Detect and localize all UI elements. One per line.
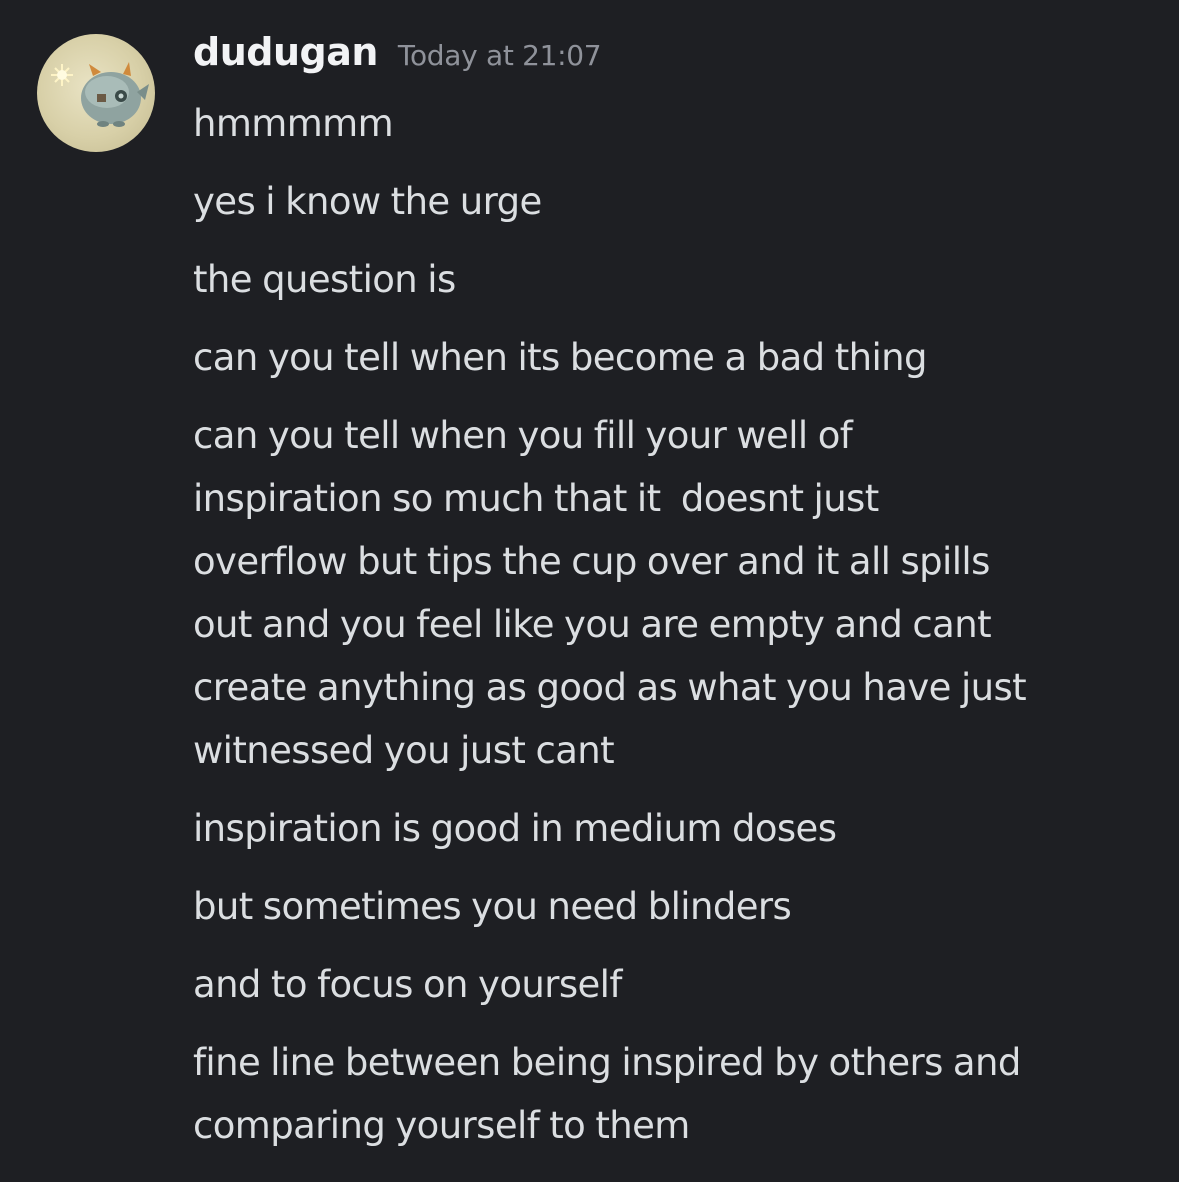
message-line: inspiration is good in medium doses [193, 807, 837, 850]
message-timestamp[interactable]: Today at 21:07 [398, 39, 602, 72]
message-line: can you tell when its become a bad thing [193, 336, 927, 379]
author-name[interactable]: dudugan [193, 30, 378, 74]
message-line: yes i know the urge [193, 180, 542, 223]
message-line: the question is [193, 258, 456, 301]
message-line: out and you feel like you are empty and … [193, 603, 992, 646]
message-line: can you tell when you fill your well of [193, 414, 853, 457]
message-line: overflow but tips the cup over and it al… [193, 540, 990, 583]
message-text[interactable]: can you tell when its become a bad thing [193, 326, 1153, 389]
message-line: hmmmmm [193, 102, 394, 145]
chat-message-group: dudugan Today at 21:07 hmmmmm yes i know t… [0, 0, 1179, 1182]
message-text[interactable]: yes i know the urge [193, 170, 1153, 233]
message-text[interactable]: inspiration is good in medium doses [193, 797, 1153, 860]
message-line: fine line between being inspired by othe… [193, 1041, 1021, 1084]
fluffy-creature-avatar-icon [51, 62, 149, 127]
message-list: hmmmmm yes i know the urge the question is… [193, 92, 1153, 1172]
message-text[interactable]: fine line between being inspired by othe… [193, 1031, 1153, 1157]
message-header: dudugan Today at 21:07 [193, 30, 602, 74]
message-text[interactable]: can you tell when you fill your well of i… [193, 404, 1153, 782]
avatar[interactable] [37, 34, 155, 152]
message-text[interactable]: and to focus on yourself [193, 953, 1153, 1016]
message-line: create anything as good as what you have… [193, 666, 1027, 709]
message-line: comparing yourself to them [193, 1104, 690, 1147]
message-line: witnessed you just cant [193, 729, 615, 772]
message-line: but sometimes you need blinders [193, 885, 792, 928]
message-line: and to focus on yourself [193, 963, 622, 1006]
message-text[interactable]: hmmmmm [193, 92, 1153, 155]
message-text[interactable]: but sometimes you need blinders [193, 875, 1153, 938]
message-line: inspiration so much that it doesnt just [193, 477, 879, 520]
message-text[interactable]: the question is [193, 248, 1153, 311]
